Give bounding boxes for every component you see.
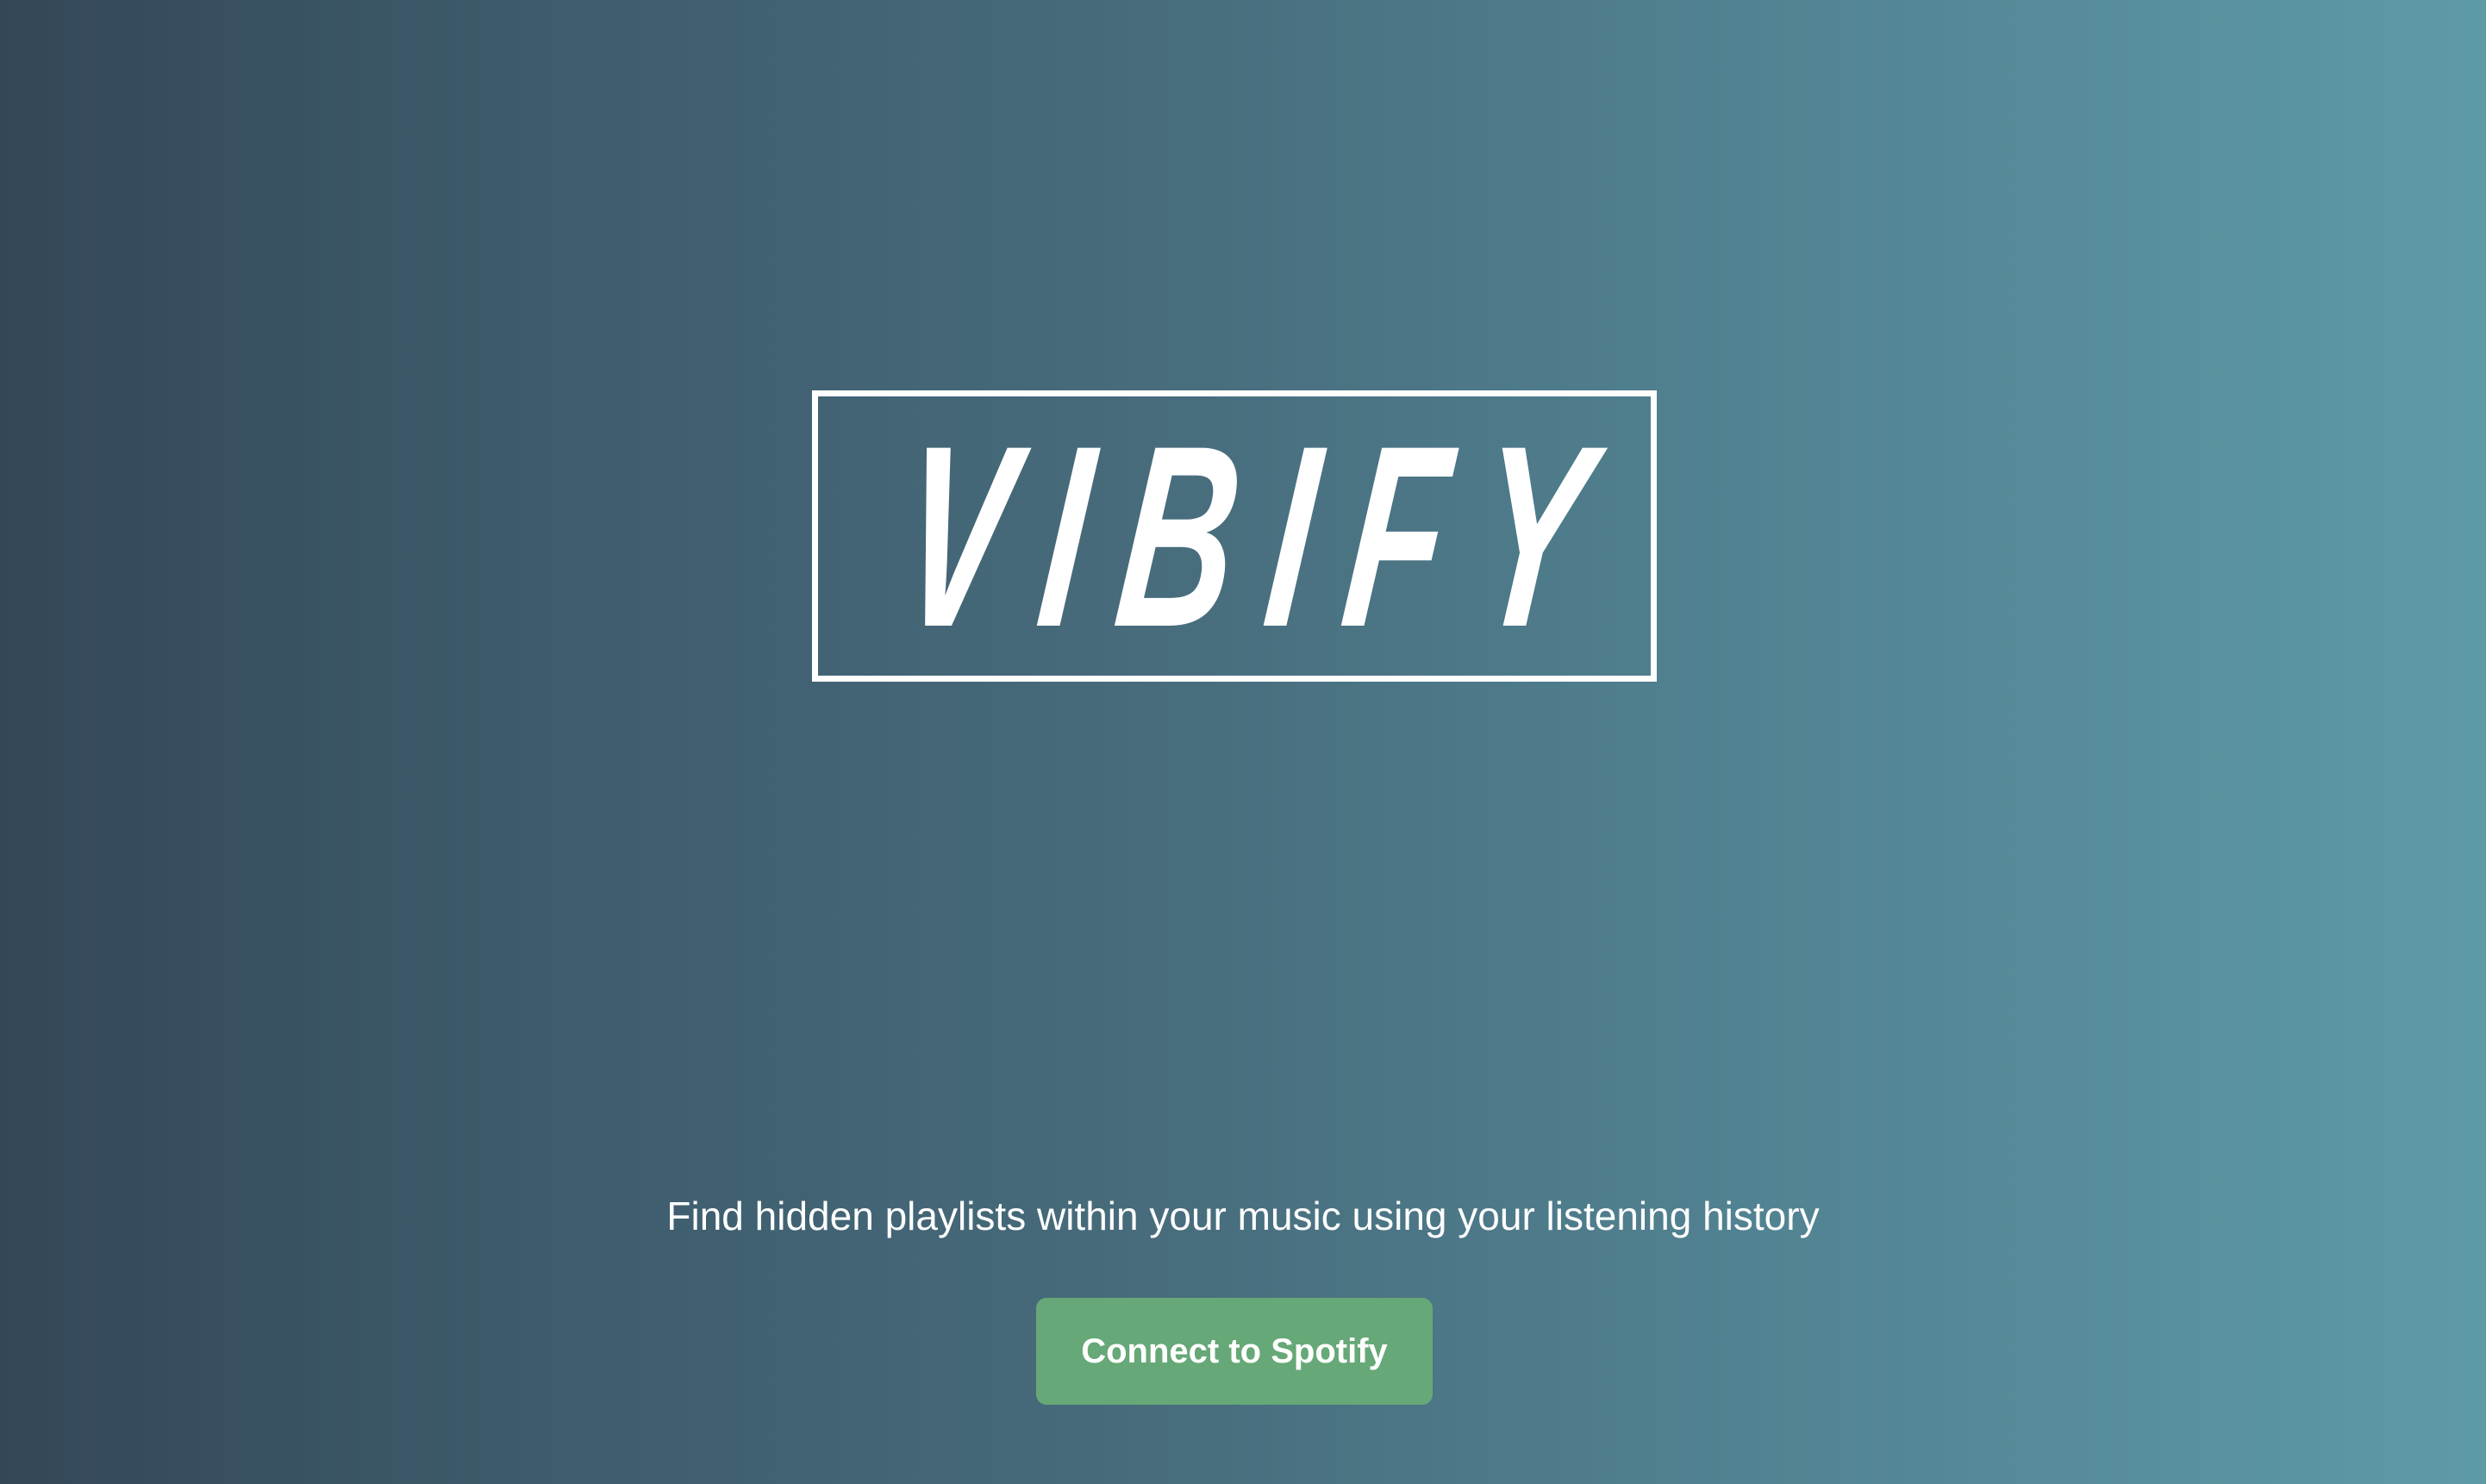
connect-to-spotify-button[interactable]: Connect to Spotify xyxy=(1036,1298,1433,1405)
logo-wordmark: VIBIFY xyxy=(887,391,1635,681)
landing-page: { "logo": { "text": "VIBIFY" }, "tagline… xyxy=(0,0,2486,1484)
logo: VIBIFY xyxy=(812,390,1657,682)
tagline: Find hidden playlists within your music … xyxy=(666,1194,1820,1238)
